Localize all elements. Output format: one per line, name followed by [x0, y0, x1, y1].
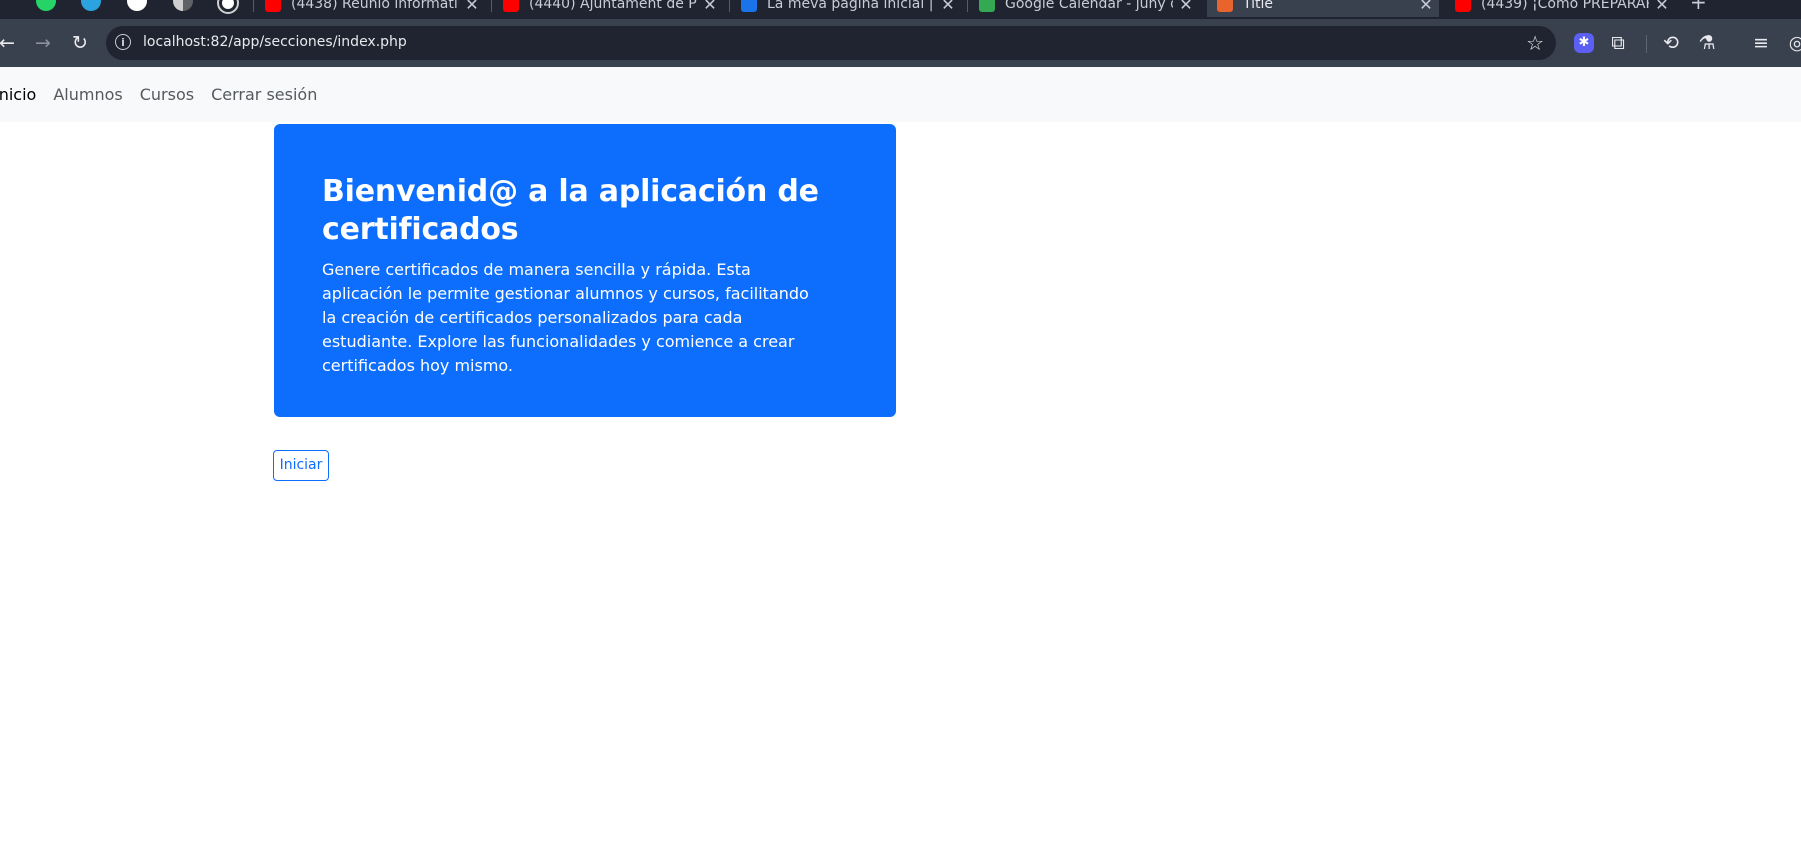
- browser-tab-active[interactable]: Title ✕: [1207, 0, 1439, 17]
- close-tab-icon[interactable]: ✕: [459, 0, 485, 14]
- browser-tab[interactable]: (4439) ¡Cómo PREPARAR ✕: [1445, 0, 1675, 17]
- whatsapp-pinned-tab-icon[interactable]: [36, 0, 56, 11]
- tab-title: (4439) ¡Cómo PREPARAR: [1481, 0, 1649, 12]
- start-button[interactable]: Iniciar: [273, 450, 329, 481]
- browser-tab[interactable]: Google Calendar - juny d ✕: [969, 0, 1199, 17]
- address-bar[interactable]: i localhost:82/app/secciones/index.php ☆: [106, 26, 1556, 60]
- new-tab-icon[interactable]: +: [1690, 0, 1707, 14]
- history-icon[interactable]: ⟲: [1659, 31, 1683, 55]
- tab-separator: [253, 0, 254, 12]
- close-tab-icon[interactable]: ✕: [1173, 0, 1199, 14]
- clock-pinned-tab-icon[interactable]: [127, 0, 147, 11]
- youtube-favicon-icon: [1455, 0, 1471, 12]
- calendar-favicon-icon: [979, 0, 995, 12]
- labs-flask-icon[interactable]: ⚗: [1695, 31, 1719, 55]
- extension-icon[interactable]: ✱: [1574, 33, 1594, 53]
- address-url[interactable]: localhost:82/app/secciones/index.php: [143, 34, 407, 50]
- welcome-text: Genere certificados de manera sencilla y…: [322, 260, 809, 375]
- close-tab-icon[interactable]: ✕: [935, 0, 961, 14]
- site-info-icon[interactable]: i: [115, 34, 131, 50]
- browser-toolbar: ← → ↻ i localhost:82/app/secciones/index…: [0, 19, 1801, 67]
- nav-cursos[interactable]: Cursos: [140, 85, 194, 104]
- bookmark-star-icon[interactable]: ☆: [1526, 31, 1544, 55]
- tab-title: Google Calendar - juny d: [1005, 0, 1173, 12]
- tab-separator: [729, 0, 730, 12]
- browser-tab-strip: (4438) Reunió informatiu ✕ (4440) Ajunta…: [0, 0, 1801, 19]
- youtube-favicon-icon: [265, 0, 281, 12]
- close-tab-icon[interactable]: ✕: [1413, 0, 1439, 14]
- welcome-title: Bienvenid@ a la aplicación de certificad…: [322, 174, 819, 247]
- tab-title: (4440) Ajuntament de Po: [529, 0, 697, 12]
- welcome-jumbotron: Bienvenid@ a la aplicación de certificad…: [274, 124, 896, 417]
- profile-icon[interactable]: ◎: [1785, 31, 1801, 55]
- browser-tab[interactable]: (4438) Reunió informatiu ✕: [255, 0, 485, 17]
- tab-title: Title: [1243, 0, 1274, 12]
- back-icon[interactable]: ←: [0, 31, 19, 55]
- tab-separator: [491, 0, 492, 12]
- media-queue-icon[interactable]: ≡: [1749, 31, 1773, 55]
- tab-separator: [967, 0, 968, 12]
- target-pinned-tab-icon[interactable]: [219, 0, 237, 12]
- youtube-favicon-icon: [503, 0, 519, 12]
- app-favicon-icon: [1217, 0, 1233, 12]
- browser-tab[interactable]: La meva pàgina inicial | ✕: [731, 0, 961, 17]
- tab-title: (4438) Reunió informatiu: [291, 0, 459, 12]
- forward-icon[interactable]: →: [31, 31, 55, 55]
- close-tab-icon[interactable]: ✕: [1649, 0, 1675, 14]
- contrast-pinned-tab-icon[interactable]: [173, 0, 193, 11]
- nav-inicio[interactable]: Inicio: [0, 85, 36, 104]
- toolbar-divider: [1646, 35, 1647, 53]
- telegram-pinned-tab-icon[interactable]: [81, 0, 101, 11]
- homepage-favicon-icon: [741, 0, 757, 12]
- reload-icon[interactable]: ↻: [68, 31, 92, 55]
- tab-title: La meva pàgina inicial |: [767, 0, 934, 12]
- extensions-puzzle-icon[interactable]: ⧉: [1606, 31, 1630, 55]
- nav-alumnos[interactable]: Alumnos: [53, 85, 122, 104]
- close-tab-icon[interactable]: ✕: [697, 0, 723, 14]
- nav-cerrar-sesion[interactable]: Cerrar sesión: [211, 85, 317, 104]
- browser-tab[interactable]: (4440) Ajuntament de Po ✕: [493, 0, 723, 17]
- main-navbar: Inicio Alumnos Cursos Cerrar sesión: [0, 67, 1801, 122]
